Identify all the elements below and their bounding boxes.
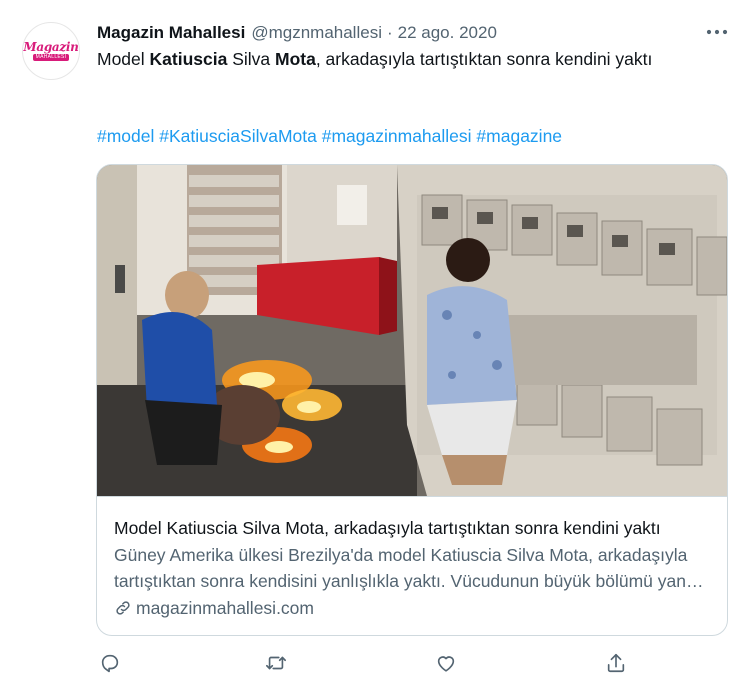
header-separator: · (386, 23, 393, 42)
tweet-text-bold: Katiuscia (149, 49, 228, 69)
more-horizontal-icon (706, 29, 728, 35)
card-description: Güney Amerika ülkesi Brezilya'da model K… (114, 545, 706, 591)
tweet-text-part: , arkadaşıyla tartıştıktan sonra kendini… (315, 49, 653, 69)
tweet: Magazin MAHALLESİ Magazin Mahallesi @mgz… (0, 0, 755, 681)
hashtag-link[interactable]: #KatiusciaSilvaMota (159, 126, 317, 146)
author-handle[interactable]: @mgznmahallesi (251, 23, 382, 43)
card-domain-text: magazinmahallesi.com (136, 598, 314, 618)
like-icon (435, 652, 457, 674)
hashtag-link[interactable]: #magazine (476, 126, 562, 146)
tweet-text-part: Model (97, 49, 150, 69)
tweet-header: Magazin Mahallesi @mgznmahallesi · 22 ag… (97, 21, 497, 45)
link-preview-card[interactable]: Model Katiuscia Silva Mota, arkadaşıyla … (96, 164, 728, 636)
reply-icon (99, 652, 121, 674)
retweet-button[interactable] (263, 650, 289, 676)
card-title[interactable]: Model Katiuscia Silva Mota, arkadaşıyla … (114, 516, 714, 540)
tweet-text: Model Katiuscia Silva Mota, arkadaşıyla … (97, 47, 717, 72)
avatar[interactable]: Magazin MAHALLESİ (22, 22, 80, 80)
share-icon (605, 652, 627, 674)
more-options-button[interactable] (704, 22, 730, 42)
hashtag-list: #model #KatiusciaSilvaMota #magazinmahal… (97, 124, 562, 148)
avatar-logo-text: Magazin (23, 40, 79, 54)
share-button[interactable] (603, 650, 629, 676)
avatar-logo-subtext: MAHALLESİ (32, 54, 70, 61)
hashtag-link[interactable]: #magazinmahallesi (322, 126, 472, 146)
tweet-text-part: Silva (227, 49, 275, 69)
action-bar (97, 650, 627, 678)
link-icon (114, 599, 132, 617)
card-image[interactable] (97, 165, 727, 497)
tweet-text-bold: Mota (275, 49, 316, 69)
card-domain[interactable]: magazinmahallesi.com (114, 596, 314, 620)
retweet-icon (264, 652, 288, 674)
author-name[interactable]: Magazin Mahallesi (97, 23, 245, 43)
reply-button[interactable] (97, 650, 123, 676)
like-button[interactable] (433, 650, 459, 676)
tweet-date[interactable]: 22 ago. 2020 (398, 23, 497, 43)
hashtag-link[interactable]: #model (97, 126, 154, 146)
